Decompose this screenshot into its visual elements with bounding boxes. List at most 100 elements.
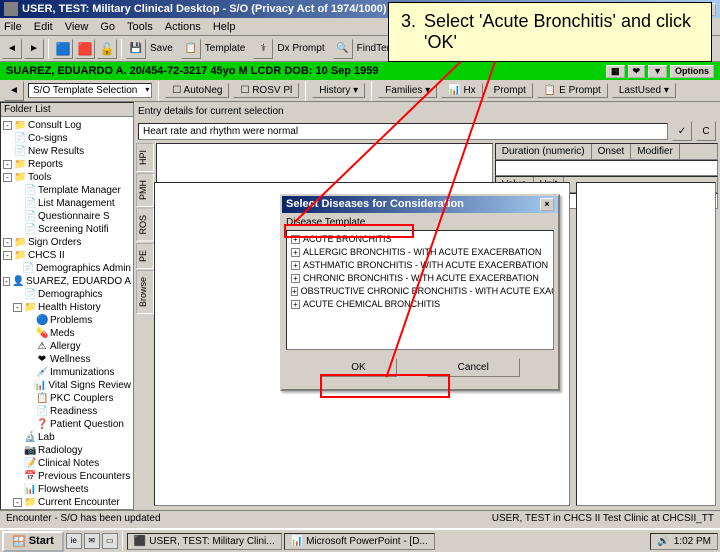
disease-item[interactable]: +ASTHMATIC BRONCHITIS - WITH ACUTE EXACE…: [289, 259, 551, 272]
system-tray[interactable]: 🔊 1:02 PM: [650, 533, 718, 550]
right-panel[interactable]: [576, 182, 716, 506]
quicklaunch-2[interactable]: ✉: [84, 533, 100, 549]
disease-item[interactable]: +ACUTE BRONCHITIS: [289, 233, 551, 246]
menu-tools[interactable]: Tools: [127, 21, 153, 33]
tree-item[interactable]: 📄Co-signs: [3, 132, 131, 145]
tray-icon[interactable]: 🔊: [657, 536, 669, 547]
template-combo[interactable]: S/O Template Selection: [28, 83, 152, 98]
tree-item[interactable]: -📁CHCS II: [3, 249, 131, 262]
tree-item[interactable]: 📄Demographics Admin: [3, 262, 131, 275]
quicklaunch-3[interactable]: ▭: [102, 533, 118, 549]
toolbar-icon-2[interactable]: 🟥: [75, 39, 95, 59]
autoneg-button[interactable]: ☐ AutoNeg: [165, 83, 229, 98]
hx-button[interactable]: 📊 Hx: [441, 83, 482, 98]
desc-input[interactable]: [138, 123, 668, 140]
tree-item[interactable]: 🔬Lab: [3, 431, 131, 444]
tree-item[interactable]: -📁Consult Log: [3, 119, 131, 132]
task-app2[interactable]: 📊 Microsoft PowerPoint - [D...: [284, 533, 435, 550]
disease-list[interactable]: +ACUTE BRONCHITIS+ALLERGIC BRONCHITIS - …: [286, 230, 554, 350]
callout-number: 3.: [401, 11, 422, 53]
tree-item[interactable]: 💊Meds: [3, 327, 131, 340]
toolbar-icon-1[interactable]: 🟦: [53, 39, 73, 59]
tree-item[interactable]: -📁Sign Orders: [3, 236, 131, 249]
disease-item[interactable]: +CHRONIC BRONCHITIS - WITH ACUTE EXACERB…: [289, 272, 551, 285]
hdr-duration: Duration (numeric): [496, 144, 592, 159]
toolbar-divider: [371, 81, 372, 101]
toolbar-icon-3[interactable]: 🔓: [97, 39, 117, 59]
menu-actions[interactable]: Actions: [165, 21, 201, 33]
tree-item[interactable]: 📊Flowsheets: [3, 483, 131, 496]
tree-item[interactable]: -👤SUAREZ, EDUARDO A: [3, 275, 131, 288]
tree-item[interactable]: 💉Immunizations: [3, 366, 131, 379]
nav-back-button[interactable]: ◄: [2, 39, 22, 59]
tree-item[interactable]: 📄Questionnaire S: [3, 210, 131, 223]
tree-item[interactable]: 📄List Management: [3, 197, 131, 210]
disease-item[interactable]: +ACUTE CHEMICAL BRONCHITIS: [289, 298, 551, 311]
tree-item[interactable]: 📷Radiology: [3, 444, 131, 457]
lastused-button[interactable]: LastUsed ▾: [612, 83, 676, 98]
tree-item[interactable]: 📝Clinical Notes: [3, 457, 131, 470]
rosvpl-button[interactable]: ☐ ROSV Pl: [233, 83, 299, 98]
tree-item[interactable]: -📁Health History: [3, 301, 131, 314]
vtab-hpi[interactable]: HPI: [136, 143, 154, 172]
start-button[interactable]: 🪟 Start: [2, 531, 64, 552]
tree-item[interactable]: -📁Current Encounter: [3, 496, 131, 509]
toolbar-divider: [305, 81, 306, 101]
dialog-close-button[interactable]: ×: [540, 198, 554, 211]
eprompt-button[interactable]: 📋 E Prompt: [537, 83, 608, 98]
vtab-ros[interactable]: ROS: [136, 208, 154, 242]
vertical-tabs: HPI PMH ROS PE Browse: [136, 143, 154, 314]
prompt-button[interactable]: Prompt: [487, 83, 533, 98]
disease-item[interactable]: +OBSTRUCTIVE CHRONIC BRONCHITIS - WITH A…: [289, 285, 551, 298]
families-button[interactable]: Families ▾: [378, 83, 437, 98]
vtab-pe[interactable]: PE: [136, 243, 154, 269]
tree-item[interactable]: 📅Previous Encounters: [3, 470, 131, 483]
menu-edit[interactable]: Edit: [34, 21, 53, 33]
folder-tree[interactable]: Folder List -📁Consult Log📄Co-signs📄New R…: [0, 102, 134, 510]
vtab-pmh[interactable]: PMH: [136, 173, 154, 207]
tree-item[interactable]: -📁Tools: [3, 171, 131, 184]
nav-fwd-button[interactable]: ►: [24, 39, 44, 59]
vtab-browse[interactable]: Browse: [136, 270, 154, 314]
tree-item[interactable]: 📊Vital Signs Review: [3, 379, 131, 392]
patient-icon-1[interactable]: ▦: [606, 65, 625, 78]
desc-btn-1[interactable]: ✓: [672, 121, 692, 141]
quicklaunch-1[interactable]: ie: [66, 533, 82, 549]
save-icon[interactable]: 💾: [126, 39, 146, 59]
desc-btn-2[interactable]: C: [696, 121, 716, 141]
tree-item[interactable]: 📄Readiness: [3, 405, 131, 418]
select-diseases-dialog: Select Diseases for Consideration × Dise…: [280, 194, 560, 391]
tree-item[interactable]: 📋PKC Couplers: [3, 392, 131, 405]
sb-icon-1[interactable]: ◄: [4, 81, 24, 101]
tree-item[interactable]: 📄Screening Notifi: [3, 223, 131, 236]
menu-help[interactable]: Help: [213, 21, 236, 33]
tree-item[interactable]: 📄Template Manager: [3, 184, 131, 197]
patient-icon-3[interactable]: ▼: [648, 65, 667, 78]
tree-item[interactable]: -📁Reports: [3, 158, 131, 171]
template-icon[interactable]: 📋: [181, 39, 201, 59]
ok-button[interactable]: OK: [320, 358, 396, 377]
tree-item[interactable]: 📄New Results: [3, 145, 131, 158]
options-button[interactable]: Options: [670, 65, 714, 78]
dialog-label: Disease Template: [286, 217, 554, 228]
secondary-toolbar: ◄ S/O Template Selection ☐ AutoNeg ☐ ROS…: [0, 80, 720, 102]
cancel-button[interactable]: Cancel: [427, 358, 520, 377]
patient-banner: SUAREZ, EDUARDO A. 20/454-72-3217 45yo M…: [0, 62, 720, 80]
patient-icon-2[interactable]: ❤: [628, 65, 646, 78]
tree-item[interactable]: ❤Wellness: [3, 353, 131, 366]
history-button[interactable]: History ▾: [312, 83, 365, 98]
tree-item[interactable]: 🔵Problems: [3, 314, 131, 327]
menu-view[interactable]: View: [65, 21, 89, 33]
disease-item[interactable]: +ALLERGIC BRONCHITIS - WITH ACUTE EXACER…: [289, 246, 551, 259]
dxprompt-icon[interactable]: ⚕: [253, 39, 273, 59]
tree-item[interactable]: ✓Screening: [3, 509, 131, 510]
panel-r1[interactable]: [495, 160, 718, 176]
tree-item[interactable]: ❓Patient Question: [3, 418, 131, 431]
instruction-callout: 3. Select 'Acute Bronchitis' and click '…: [388, 2, 712, 62]
findterm-icon[interactable]: 🔍: [333, 39, 353, 59]
tree-item[interactable]: 📄Demographics: [3, 288, 131, 301]
menu-file[interactable]: File: [4, 21, 22, 33]
task-app1[interactable]: ⬛ USER, TEST: Military Clini...: [127, 533, 282, 550]
menu-go[interactable]: Go: [100, 21, 115, 33]
tree-item[interactable]: ⚠Allergy: [3, 340, 131, 353]
